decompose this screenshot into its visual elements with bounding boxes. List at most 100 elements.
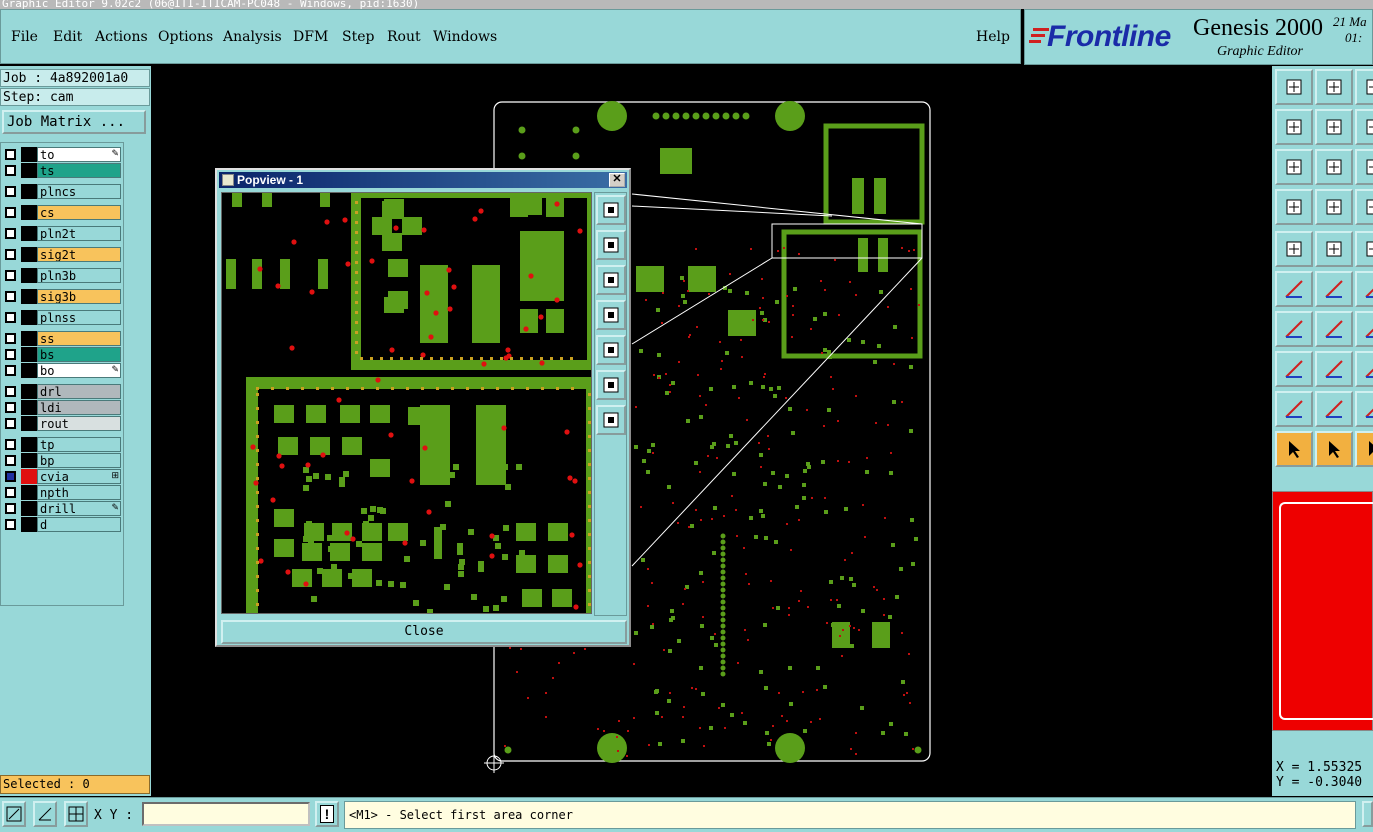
snap-angle-icon[interactable] <box>33 801 57 827</box>
menu-actions[interactable]: Actions <box>95 29 148 45</box>
layer-name[interactable]: plnss <box>37 310 121 325</box>
layer-row[interactable]: d <box>5 517 121 532</box>
layer-row[interactable]: npth <box>5 485 121 500</box>
scale-icon[interactable] <box>1355 149 1373 185</box>
triangle-red-icon[interactable] <box>1315 391 1353 427</box>
layer-checkbox[interactable] <box>5 207 16 218</box>
popview-window[interactable]: Popview - 1 ✕ Close <box>215 168 631 647</box>
layer-checkbox[interactable] <box>5 402 16 413</box>
layer-row[interactable]: pln2t <box>5 226 121 241</box>
layer-name[interactable]: to <box>37 147 121 162</box>
layer-row[interactable]: cs <box>5 205 121 220</box>
menu-windows[interactable]: Windows <box>433 29 497 45</box>
layer-name[interactable]: pln2t <box>37 226 121 241</box>
layer-row[interactable]: pln3b <box>5 268 121 283</box>
layer-row[interactable]: bp <box>5 453 121 468</box>
layer-checkbox[interactable] <box>5 186 16 197</box>
ruler-icon[interactable] <box>1355 231 1373 267</box>
zoom-area-icon[interactable] <box>2 801 26 827</box>
split-icon[interactable] <box>1355 351 1373 387</box>
menu-analysis[interactable]: Analysis <box>223 29 282 45</box>
draw-line-2-icon[interactable] <box>1315 311 1353 347</box>
grid-snap-icon[interactable] <box>64 801 88 827</box>
select-icon[interactable] <box>1275 351 1313 387</box>
layer-name[interactable]: bs <box>37 347 121 362</box>
menu-dfm[interactable]: DFM <box>293 29 328 45</box>
layer-name[interactable]: sig3b <box>37 289 121 304</box>
clock-icon[interactable] <box>1355 431 1373 467</box>
pan-left-icon[interactable] <box>596 300 626 330</box>
layer-checkbox[interactable] <box>5 149 16 160</box>
popview-canvas[interactable] <box>221 192 592 614</box>
layer-checkbox[interactable] <box>5 349 16 360</box>
layer-checkbox[interactable] <box>5 333 16 344</box>
layer-name[interactable]: cs <box>37 205 121 220</box>
overview-map[interactable] <box>1272 491 1373 731</box>
xy-input[interactable] <box>142 802 310 826</box>
menu-options[interactable]: Options <box>158 29 213 45</box>
layer-checkbox[interactable] <box>5 471 16 482</box>
measure-icon[interactable] <box>1355 311 1373 347</box>
layer-name[interactable]: ldi <box>37 400 121 415</box>
layer-checkbox[interactable] <box>5 439 16 450</box>
layer-row[interactable]: tp <box>5 437 121 452</box>
status-end-button[interactable] <box>1362 801 1373 827</box>
layer-row[interactable]: rout <box>5 416 121 431</box>
layer-checkbox[interactable] <box>5 270 16 281</box>
zoom-window-icon[interactable] <box>596 195 626 225</box>
draw-line-icon[interactable] <box>1275 311 1313 347</box>
layer-name[interactable]: tp <box>37 437 121 452</box>
arc-icon[interactable] <box>1355 271 1373 307</box>
popview-titlebar[interactable]: Popview - 1 ✕ <box>219 172 627 188</box>
pointer-icon[interactable] <box>1275 431 1313 467</box>
layer-checkbox[interactable] <box>5 312 16 323</box>
cross-icon[interactable] <box>1315 271 1353 307</box>
grid-icon[interactable] <box>1315 189 1353 225</box>
layer-row[interactable]: bs <box>5 347 121 362</box>
layer-name[interactable]: drl <box>37 384 121 399</box>
layer-checkbox[interactable] <box>5 455 16 466</box>
layer-checkbox[interactable] <box>5 249 16 260</box>
job-matrix-button[interactable]: Job Matrix ... <box>2 110 146 134</box>
layer-name[interactable]: ss <box>37 331 121 346</box>
settings-icon[interactable] <box>1275 189 1313 225</box>
cut-icon[interactable] <box>1315 351 1353 387</box>
zoom-fit-icon[interactable] <box>596 370 626 400</box>
layer-name[interactable]: npth <box>37 485 121 500</box>
layer-checkbox[interactable] <box>5 165 16 176</box>
center-icon[interactable] <box>1315 149 1353 185</box>
layer-row[interactable]: ldi <box>5 400 121 415</box>
menu-edit[interactable]: Edit <box>53 29 82 45</box>
layer-row[interactable]: sig3b <box>5 289 121 304</box>
menu-step[interactable]: Step <box>342 29 374 45</box>
undo-icon[interactable] <box>1355 109 1373 145</box>
close-icon[interactable]: ✕ <box>609 173 625 187</box>
move-down-icon[interactable] <box>1315 69 1353 105</box>
layer-row[interactable]: drill ✎ <box>5 501 121 516</box>
warning-icon[interactable]: ! <box>315 801 339 827</box>
fit-icon[interactable] <box>1275 149 1313 185</box>
layer-row[interactable]: cvia ⊞ <box>5 469 121 484</box>
layer-name[interactable]: d <box>37 517 121 532</box>
layer-name[interactable]: sig2t <box>37 247 121 262</box>
layer-row[interactable]: ss <box>5 331 121 346</box>
layer-name[interactable]: cvia <box>37 469 121 484</box>
popview-close-button[interactable]: Close <box>221 620 627 644</box>
layer-checkbox[interactable] <box>5 365 16 376</box>
layer-checkbox[interactable] <box>5 487 16 498</box>
triangle-icon[interactable] <box>1275 391 1313 427</box>
triangle-2-icon[interactable] <box>1355 391 1373 427</box>
layer-name[interactable]: bp <box>37 453 121 468</box>
layer-row[interactable]: bo ✎ <box>5 363 121 378</box>
layer-name[interactable]: bo <box>37 363 121 378</box>
snap-icon[interactable] <box>1355 189 1373 225</box>
layer-row[interactable]: plncs <box>5 184 121 199</box>
layer-checkbox[interactable] <box>5 228 16 239</box>
layer-name[interactable]: rout <box>37 416 121 431</box>
menu-rout[interactable]: Rout <box>387 29 421 45</box>
menu-help[interactable]: Help <box>976 29 1010 45</box>
layer-name[interactable]: pln3b <box>37 268 121 283</box>
layer-row[interactable]: ts <box>5 163 121 178</box>
pan-down-icon[interactable] <box>596 265 626 295</box>
line-red-icon[interactable] <box>1315 231 1353 267</box>
